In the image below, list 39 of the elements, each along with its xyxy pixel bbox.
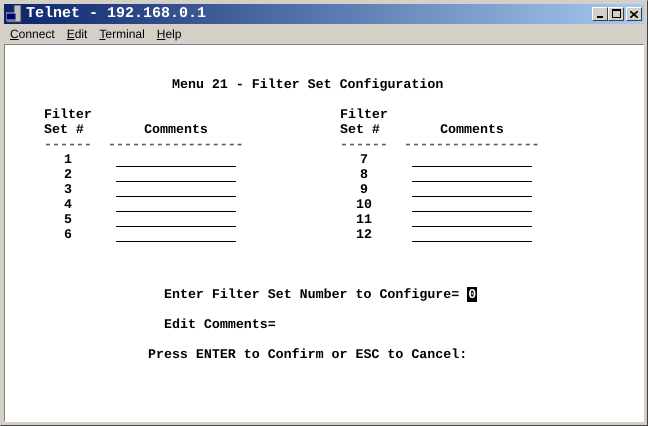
column-header: Set #: [340, 122, 381, 137]
computer-icon: [6, 5, 22, 23]
minimize-button[interactable]: [592, 7, 608, 21]
close-button[interactable]: [626, 7, 642, 21]
column-header: Comments: [439, 122, 505, 137]
column-header: Comments: [143, 122, 209, 137]
window-title: Telnet - 192.168.0.1: [26, 4, 206, 24]
menu-title: Menu 21 - Filter Set Configuration: [172, 77, 444, 92]
header-rule: ------: [340, 137, 389, 152]
filter-set-number: 3: [64, 182, 72, 197]
menu-item[interactable]: Help: [150, 25, 188, 43]
menu-item[interactable]: Terminal: [93, 25, 151, 43]
menu-item[interactable]: Edit: [60, 25, 94, 43]
column-header: Filter: [44, 107, 93, 122]
filter-set-number: 11: [356, 212, 372, 227]
edit-comments-label: Edit Comments=: [164, 317, 276, 332]
set-number-input[interactable]: 0: [467, 287, 478, 302]
filter-set-number: 2: [64, 167, 72, 182]
filter-set-number: 6: [64, 227, 72, 242]
filter-set-number: 1: [64, 152, 72, 167]
close-icon: [630, 11, 638, 18]
maximize-button[interactable]: [608, 7, 624, 21]
filter-set-number: 10: [356, 197, 372, 212]
prompt-label: Enter Filter Set Number to Configure=: [164, 287, 460, 302]
confirm-instructions: Press ENTER to Confirm or ESC to Cancel:: [148, 347, 468, 362]
minimize-icon: [597, 16, 603, 18]
column-header: Set #: [44, 122, 85, 137]
filter-set-number: 7: [360, 152, 368, 167]
filter-set-number: 4: [64, 197, 72, 212]
maximize-icon: [612, 9, 620, 18]
header-rule: ------: [44, 137, 93, 152]
filter-set-number: 12: [356, 227, 372, 242]
filter-set-number: 5: [64, 212, 72, 227]
filter-set-number: 9: [360, 182, 368, 197]
filter-set-number: 8: [360, 167, 368, 182]
header-rule: -----------------: [404, 137, 540, 152]
menu-item[interactable]: Connect: [4, 25, 61, 43]
header-rule: -----------------: [108, 137, 244, 152]
column-header: Filter: [340, 107, 389, 122]
